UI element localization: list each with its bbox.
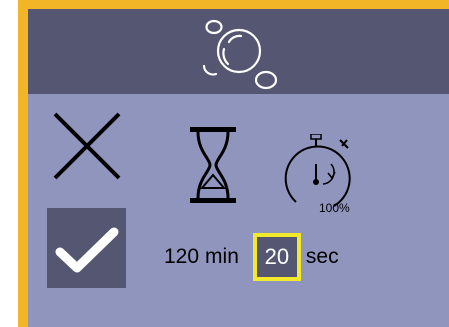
minutes-unit: min bbox=[205, 245, 239, 268]
header-bar bbox=[28, 9, 449, 94]
close-icon bbox=[53, 112, 121, 180]
stopwatch-icon: 100% bbox=[281, 133, 371, 229]
cancel-button[interactable] bbox=[49, 108, 125, 184]
timer-percent-label: 100% bbox=[319, 201, 350, 215]
minutes-value[interactable]: 120 bbox=[164, 245, 199, 269]
seconds-unit: sec bbox=[305, 245, 339, 268]
time-setting: 120 min 20 sec bbox=[164, 233, 339, 281]
bubbles-icon bbox=[202, 19, 278, 90]
checkmark-icon bbox=[55, 227, 119, 273]
seconds-field[interactable]: 20 bbox=[252, 233, 301, 281]
confirm-button[interactable] bbox=[47, 208, 126, 288]
hourglass-icon bbox=[190, 127, 236, 203]
display-screen: 100% 120 min 20 sec bbox=[28, 9, 449, 327]
